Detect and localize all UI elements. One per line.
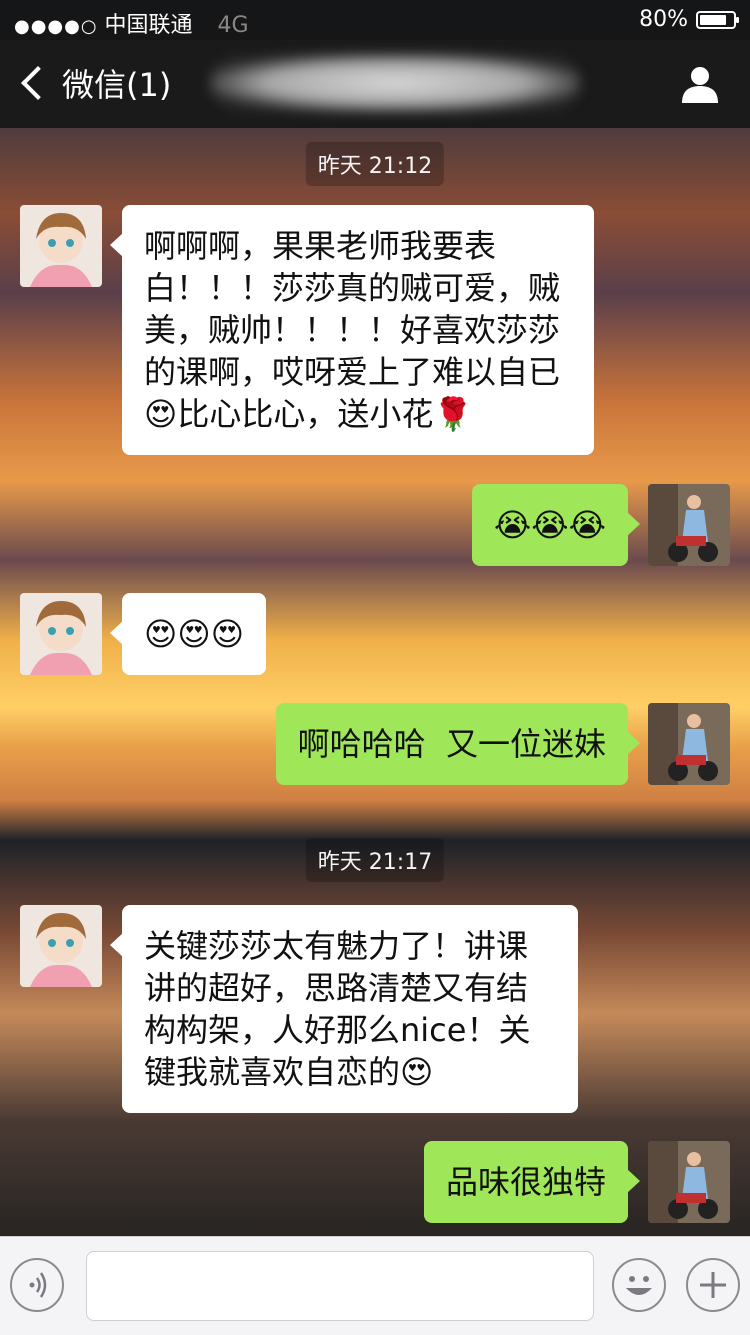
message-bubble-incoming[interactable]: 😍😍😍 bbox=[109, 593, 267, 675]
my-avatar[interactable] bbox=[648, 1141, 730, 1223]
status-bar: ●●●●○ 中国联通 4G 80% bbox=[0, 0, 750, 40]
voice-icon bbox=[29, 1272, 47, 1298]
contact-avatar[interactable] bbox=[20, 905, 102, 987]
emoji-button[interactable] bbox=[612, 1258, 666, 1312]
timestamp-label: 昨天 21:17 bbox=[305, 838, 445, 882]
battery-icon bbox=[696, 11, 739, 29]
contact-avatar[interactable] bbox=[20, 593, 102, 675]
smiley-icon bbox=[626, 1276, 652, 1295]
back-button[interactable]: 微信(1) bbox=[18, 60, 171, 106]
message-bubble-incoming[interactable]: 关键莎莎太有魅力了！讲课讲的超好，思路清楚又有结构构架，人好那么nice！关键我… bbox=[110, 905, 578, 1113]
signal-strength-icon: ●●●●○ bbox=[14, 16, 98, 37]
voice-input-button[interactable] bbox=[10, 1258, 64, 1312]
carrier-name: 中国联通 bbox=[104, 13, 193, 38]
contact-profile-icon[interactable] bbox=[680, 64, 720, 104]
message-input[interactable] bbox=[86, 1251, 594, 1321]
message-bubble-outgoing[interactable]: 😭😭😭 bbox=[471, 484, 641, 566]
input-toolbar bbox=[0, 1236, 750, 1335]
message-bubble-incoming[interactable]: 啊啊啊，果果老师我要表白！！！莎莎真的贼可爱，贼美，贼帅！！！！好喜欢莎莎的课啊… bbox=[110, 205, 594, 455]
more-options-button[interactable] bbox=[686, 1258, 740, 1312]
chat-background bbox=[0, 0, 750, 1334]
chevron-left-icon bbox=[21, 66, 55, 100]
contact-avatar[interactable] bbox=[20, 205, 102, 287]
my-avatar[interactable] bbox=[648, 703, 730, 785]
nav-bar: 微信(1) bbox=[0, 40, 750, 128]
timestamp-label: 昨天 21:12 bbox=[305, 142, 445, 186]
message-bubble-outgoing[interactable]: 啊哈哈哈 又一位迷妹 bbox=[275, 703, 641, 785]
back-label: 微信(1) bbox=[62, 66, 172, 104]
chat-title-redacted bbox=[210, 54, 580, 112]
carrier-info: ●●●●○ 中国联通 4G bbox=[14, 7, 249, 39]
network-type: 4G bbox=[217, 13, 249, 38]
message-bubble-outgoing[interactable]: 品味很独特 bbox=[423, 1141, 641, 1223]
my-avatar[interactable] bbox=[648, 484, 730, 566]
battery-percent: 80% bbox=[639, 7, 688, 32]
battery-fill bbox=[700, 15, 726, 25]
plus-icon bbox=[700, 1272, 726, 1298]
